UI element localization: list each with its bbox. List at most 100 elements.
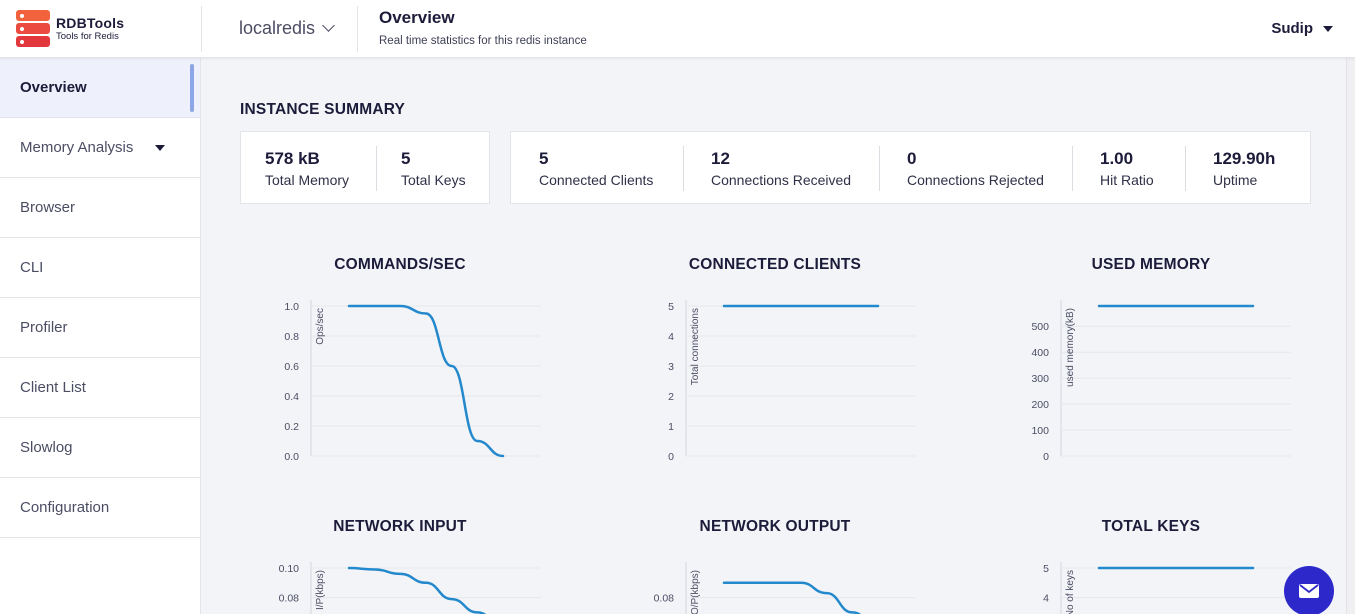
metric-label: Total Keys: [401, 172, 466, 188]
y-axis-label: No of keys: [1065, 570, 1076, 614]
metric-divider: [376, 146, 377, 191]
header-divider: [357, 6, 358, 52]
summary-title: INSTANCE SUMMARY: [240, 101, 406, 118]
metric-label: Connected Clients: [539, 172, 654, 188]
y-tick-label: 5: [1043, 563, 1049, 575]
y-tick-label: 0: [668, 451, 674, 463]
chevron-down-icon: [322, 19, 335, 32]
sidebar-item-label: Memory Analysis: [20, 139, 134, 156]
app-logo[interactable]: RDBTools Tools for Redis: [16, 10, 124, 48]
metric-value: 5: [539, 149, 549, 168]
metric-value: 129.90h: [1213, 149, 1276, 168]
sidebar-item-label: Client List: [20, 379, 86, 396]
caret-down-icon: [1323, 25, 1333, 32]
metric-value: 578 kB: [265, 149, 320, 168]
y-tick-label: 0: [1043, 451, 1049, 463]
header-divider: [201, 6, 202, 52]
series-line: [722, 581, 862, 614]
sidebar-item-label: Profiler: [20, 319, 68, 336]
y-tick-label: 4: [668, 331, 674, 343]
y-axis-label: used memory(kB): [1065, 308, 1076, 387]
envelope-icon: [1299, 584, 1319, 598]
y-tick-label: 200: [1031, 399, 1049, 411]
sidebar-item-cli[interactable]: CLI: [0, 238, 200, 298]
logo-icon: [16, 10, 50, 48]
logo-subtitle: Tools for Redis: [56, 31, 119, 43]
series-line: [347, 304, 505, 458]
y-axis-label: Ops/sec: [315, 308, 326, 345]
sidebar-item-overview[interactable]: Overview: [0, 58, 200, 118]
chart-title-commands: COMMANDS/SEC: [334, 256, 466, 273]
sidebar-item-memory-analysis[interactable]: Memory Analysis: [0, 118, 200, 178]
sidebar-item-label: CLI: [20, 259, 44, 276]
metric-label: Connections Received: [711, 172, 852, 188]
page-title: Overview: [379, 8, 455, 27]
chart-title-connected-clients: CONNECTED CLIENTS: [688, 256, 862, 273]
chart-network-output: 0.08 O/P(kbps): [654, 562, 916, 614]
metric-label: Hit Ratio: [1100, 172, 1154, 188]
instance-selector[interactable]: localredis: [239, 18, 335, 39]
y-tick-label: 0.0: [284, 451, 299, 463]
chart-used-memory: 500 400 300 200 100 0 used memory(kB): [1031, 300, 1291, 463]
chart-title-network-input: NETWORK INPUT: [333, 518, 467, 535]
y-axis-label: I/P(kbps): [315, 570, 326, 610]
instance-name: localredis: [239, 18, 316, 38]
chart-connected-clients: 5 4 3 2 1 0 Total connections: [668, 300, 916, 463]
y-tick-label: 0.4: [284, 391, 299, 403]
y-tick-label: 0.08: [279, 593, 300, 605]
sidebar-item-label: Configuration: [20, 499, 110, 516]
y-tick-label: 0.8: [284, 331, 299, 343]
memory-keys-card: 578 kB Total Memory 5 Total Keys: [240, 131, 490, 204]
sidebar-item-label: Slowlog: [20, 439, 73, 456]
metric-label: Uptime: [1213, 172, 1258, 188]
series-line: [347, 566, 487, 614]
y-tick-label: 0.10: [279, 563, 300, 575]
sidebar-item-browser[interactable]: Browser: [0, 178, 200, 238]
y-axis-label: O/P(kbps): [690, 570, 701, 614]
sidebar-item-profiler[interactable]: Profiler: [0, 298, 200, 358]
metric-divider: [683, 146, 684, 191]
y-tick-label: 300: [1031, 373, 1049, 385]
active-indicator: [190, 64, 194, 112]
metric-divider: [1185, 146, 1186, 191]
metric-value: 5: [401, 149, 411, 168]
metric-divider: [879, 146, 880, 191]
chat-button[interactable]: [1284, 566, 1334, 614]
y-tick-label: 0.08: [654, 593, 675, 605]
caret-down-icon: [155, 145, 165, 151]
user-menu[interactable]: Sudip: [1271, 20, 1333, 37]
page-subtitle: Real time statistics for this redis inst…: [379, 35, 587, 47]
metric-label: Connections Rejected: [907, 172, 1044, 188]
y-tick-label: 2: [668, 391, 674, 403]
y-tick-label: 1.0: [284, 301, 299, 313]
connections-card: 5 Connected Clients 12 Connections Recei…: [510, 131, 1311, 204]
y-tick-label: 500: [1031, 321, 1049, 333]
main-content: INSTANCE SUMMARY 578 kB Total Memory 5 T…: [201, 58, 1355, 614]
sidebar-item-slowlog[interactable]: Slowlog: [0, 418, 200, 478]
chart-commands-per-sec: 1.0 0.8 0.6 0.4 0.2 0.0 Ops/sec: [284, 300, 541, 463]
y-tick-label: 3: [668, 361, 674, 373]
chart-title-total-keys: TOTAL KEYS: [1101, 518, 1201, 535]
sidebar-item-client-list[interactable]: Client List: [0, 358, 200, 418]
sidebar-item-label: Overview: [20, 79, 87, 96]
y-tick-label: 5: [668, 301, 674, 313]
vertical-scrollbar[interactable]: [1346, 58, 1355, 614]
chart-network-input: 0.10 0.08 I/P(kbps): [279, 562, 541, 614]
sidebar: Overview Memory Analysis Browser CLI Pro…: [0, 58, 201, 614]
y-tick-label: 400: [1031, 347, 1049, 359]
y-tick-label: 0.6: [284, 361, 299, 373]
user-name: Sudip: [1271, 20, 1313, 37]
metric-value: 12: [711, 149, 730, 168]
chart-total-keys: 5 4 No of keys: [1043, 562, 1291, 614]
chart-title-used-memory: USED MEMORY: [1091, 256, 1211, 273]
metric-value: 0: [907, 149, 917, 168]
chart-title-network-output: NETWORK OUTPUT: [699, 518, 851, 535]
sidebar-item-configuration[interactable]: Configuration: [0, 478, 200, 538]
y-axis-label: Total connections: [690, 308, 701, 385]
sidebar-item-label: Browser: [20, 199, 76, 216]
y-tick-label: 4: [1043, 593, 1049, 605]
top-header: RDBTools Tools for Redis localredis Over…: [0, 0, 1355, 58]
metric-value: 1.00: [1100, 149, 1134, 168]
metric-label: Total Memory: [265, 172, 350, 188]
metric-divider: [1072, 146, 1073, 191]
